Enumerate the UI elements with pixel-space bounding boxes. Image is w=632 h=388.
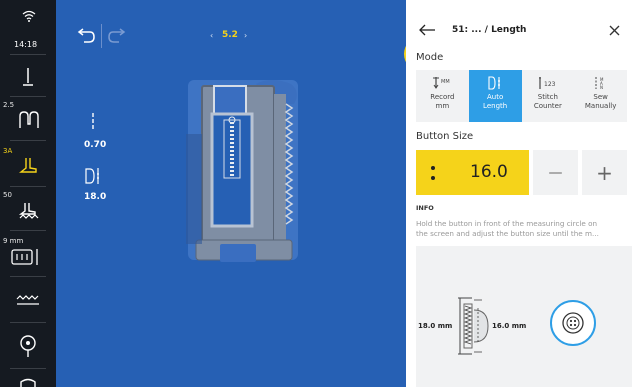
- mode-record-mm[interactable]: MM Record mm: [416, 70, 469, 122]
- diagram-right-label: 16.0 mm: [492, 322, 527, 330]
- mode-counter-line2: Counter: [533, 102, 562, 110]
- stitch-width-label: 9 mm: [3, 237, 24, 245]
- needle-icon: [23, 68, 33, 86]
- stitch-width-value: 0.70: [84, 140, 107, 150]
- measuring-circle: [550, 300, 596, 346]
- mode-stitch-counter[interactable]: 123 Stitch Counter: [522, 70, 575, 122]
- status-area: 14:18: [0, 4, 56, 49]
- needle-button[interactable]: [0, 60, 56, 94]
- prev-stitch-button[interactable]: ‹: [210, 31, 213, 40]
- mode-sew-manually[interactable]: M A N Sew Manually: [574, 70, 627, 122]
- mode-counter-line1: Stitch: [537, 93, 558, 101]
- info-line-2: the screen and adjust the button size un…: [416, 229, 599, 238]
- button-size-row: 16.0 — +: [416, 150, 627, 195]
- increase-button[interactable]: +: [582, 150, 627, 195]
- info-title: INFO: [416, 204, 434, 212]
- presser-foot-illustration: [186, 80, 298, 262]
- feed-dog-label: 50: [3, 191, 12, 199]
- info-line-1: Hold the button in front of the measurin…: [416, 219, 598, 228]
- mode-title: Mode: [416, 52, 444, 63]
- decrease-button[interactable]: —: [533, 150, 578, 195]
- redo-icon[interactable]: [108, 28, 128, 44]
- sew-manually-icon: M A N: [595, 77, 604, 90]
- zigzag-icon: [16, 295, 39, 305]
- presser-foot-label: 2.5: [3, 101, 15, 109]
- stitch-foot-button[interactable]: 3A: [0, 144, 56, 184]
- button-size-title: Button Size: [416, 131, 474, 142]
- buttonhole-diagram-icon: [458, 297, 489, 355]
- foot-icon: [19, 158, 37, 173]
- nav-divider: [101, 24, 102, 48]
- svg-text:N: N: [600, 85, 603, 90]
- thread-button[interactable]: [0, 280, 56, 320]
- auto-length-icon: [488, 76, 501, 90]
- button-size-icon: [85, 168, 99, 184]
- wifi-icon: [22, 10, 36, 22]
- mode-auto-length[interactable]: Auto Length: [468, 70, 522, 122]
- mode-selector: MM Record mm Auto Length 123 Stitch Coun…: [416, 70, 627, 122]
- panel-header: 51: ... / Length: [406, 18, 632, 42]
- button-size-value: 18.0: [84, 192, 107, 202]
- mode-auto-line1: Auto: [486, 93, 504, 101]
- bobbin-icon: [20, 335, 36, 357]
- mode-manual-line2: Manually: [584, 102, 617, 110]
- feed-dog-button[interactable]: 50: [0, 188, 56, 228]
- size-dots-icon: [431, 165, 435, 180]
- clock: 14:18: [14, 40, 38, 49]
- width-dots-icon: [92, 113, 94, 129]
- stitch-number: 5.2: [222, 30, 238, 40]
- info-diagram: 18.0 mm 16.0 mm: [416, 246, 632, 387]
- button-size-field[interactable]: 16.0: [416, 150, 529, 195]
- info-text: Hold the button in front of the measurin…: [416, 219, 632, 239]
- record-mm-icon: MM: [433, 77, 450, 89]
- svg-text:MM: MM: [441, 79, 450, 85]
- stitch-width-display: 0.70: [84, 112, 106, 150]
- bobbin-button[interactable]: [0, 326, 56, 366]
- stitch-width-button[interactable]: 9 mm: [0, 232, 56, 274]
- button-icon: [562, 312, 584, 334]
- sidebar: 14:18 2.5 3A 50 9 mm: [0, 0, 56, 388]
- svg-text:123: 123: [544, 81, 556, 88]
- presser-foot-icon: [19, 111, 39, 128]
- breadcrumb: 51: ... / Length: [452, 25, 527, 35]
- stitch-foot-label: 3A: [3, 147, 13, 155]
- mode-record-line2: mm: [435, 102, 450, 110]
- plus-icon: +: [596, 160, 613, 185]
- mode-manual-line1: Sew: [593, 93, 608, 101]
- feed-dog-icon: [18, 203, 39, 219]
- stitch-canvas: ‹ 5.2 › 0.70 18.0: [56, 0, 440, 387]
- close-icon[interactable]: [609, 25, 620, 36]
- mode-record-line1: Record: [430, 93, 455, 101]
- button-size-display: 18.0: [84, 167, 106, 202]
- undo-icon[interactable]: [75, 28, 95, 44]
- presser-foot-button[interactable]: 2.5: [0, 98, 56, 138]
- mode-auto-line2: Length: [483, 102, 508, 110]
- next-stitch-button[interactable]: ›: [244, 31, 247, 40]
- button-size-value: 16.0: [470, 162, 508, 182]
- back-arrow-icon[interactable]: [418, 24, 436, 36]
- settings-panel: 51: ... / Length Mode MM Record mm Auto: [406, 0, 632, 387]
- stitch-counter-icon: 123: [538, 77, 556, 89]
- diagram-left-label: 18.0 mm: [418, 322, 453, 330]
- stitch-plate-icon: [11, 249, 38, 265]
- minus-icon: —: [548, 164, 563, 181]
- more-button[interactable]: [0, 372, 56, 388]
